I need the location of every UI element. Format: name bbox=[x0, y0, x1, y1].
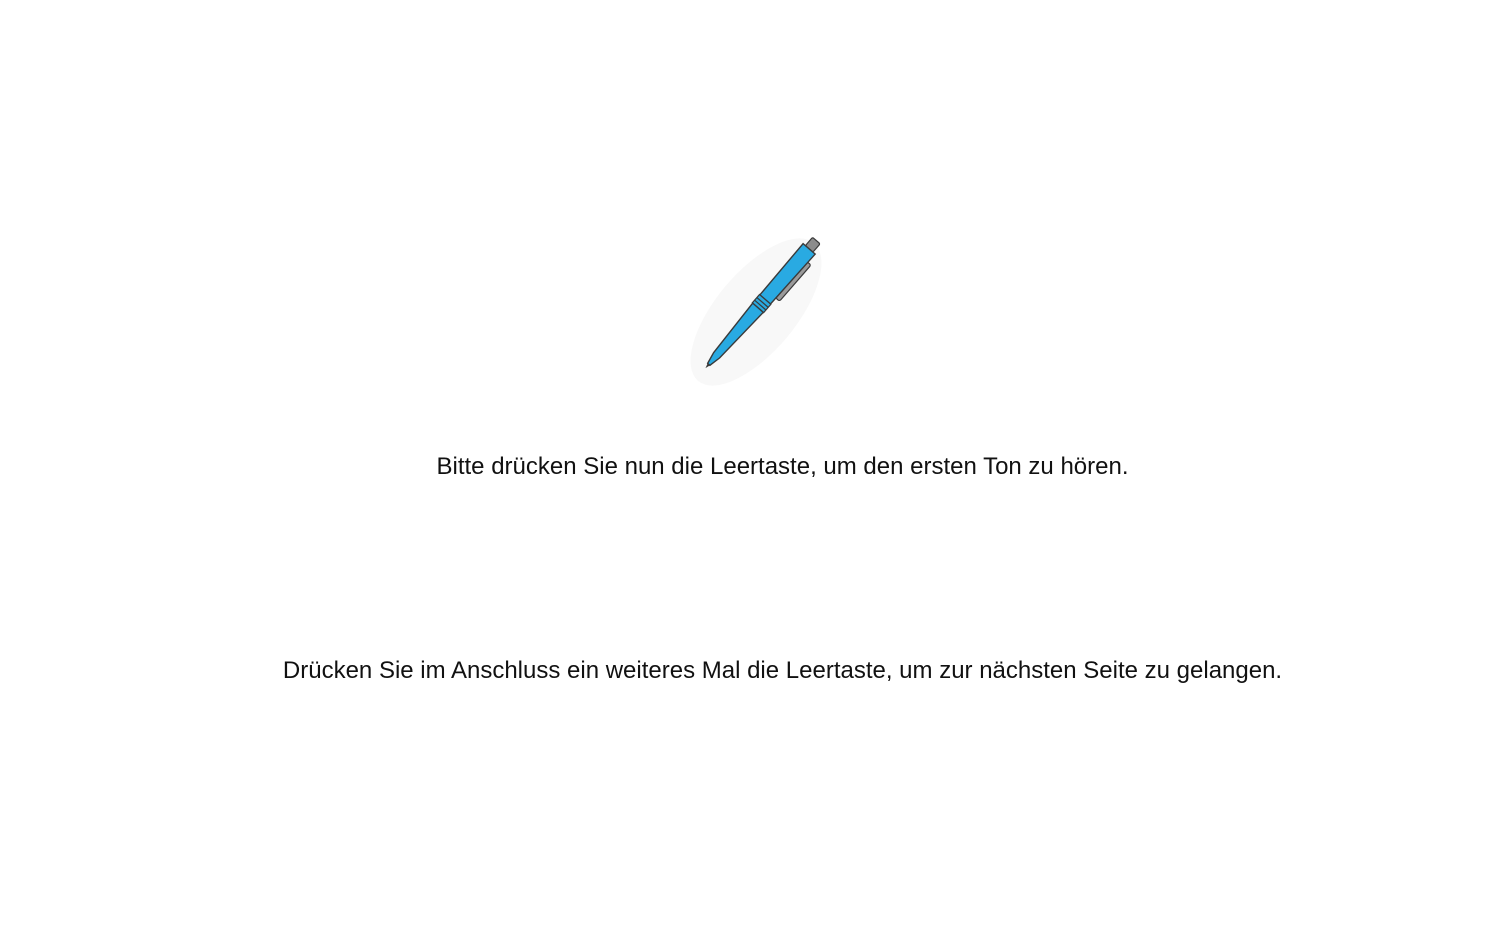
instruction-screen: Bitte drücken Sie nun die Leertaste, um … bbox=[0, 0, 1500, 938]
instruction-first: Bitte drücken Sie nun die Leertaste, um … bbox=[436, 453, 1129, 480]
pen-icon bbox=[676, 222, 836, 397]
instruction-second: Drücken Sie im Anschluss ein weiteres Ma… bbox=[282, 657, 1283, 684]
